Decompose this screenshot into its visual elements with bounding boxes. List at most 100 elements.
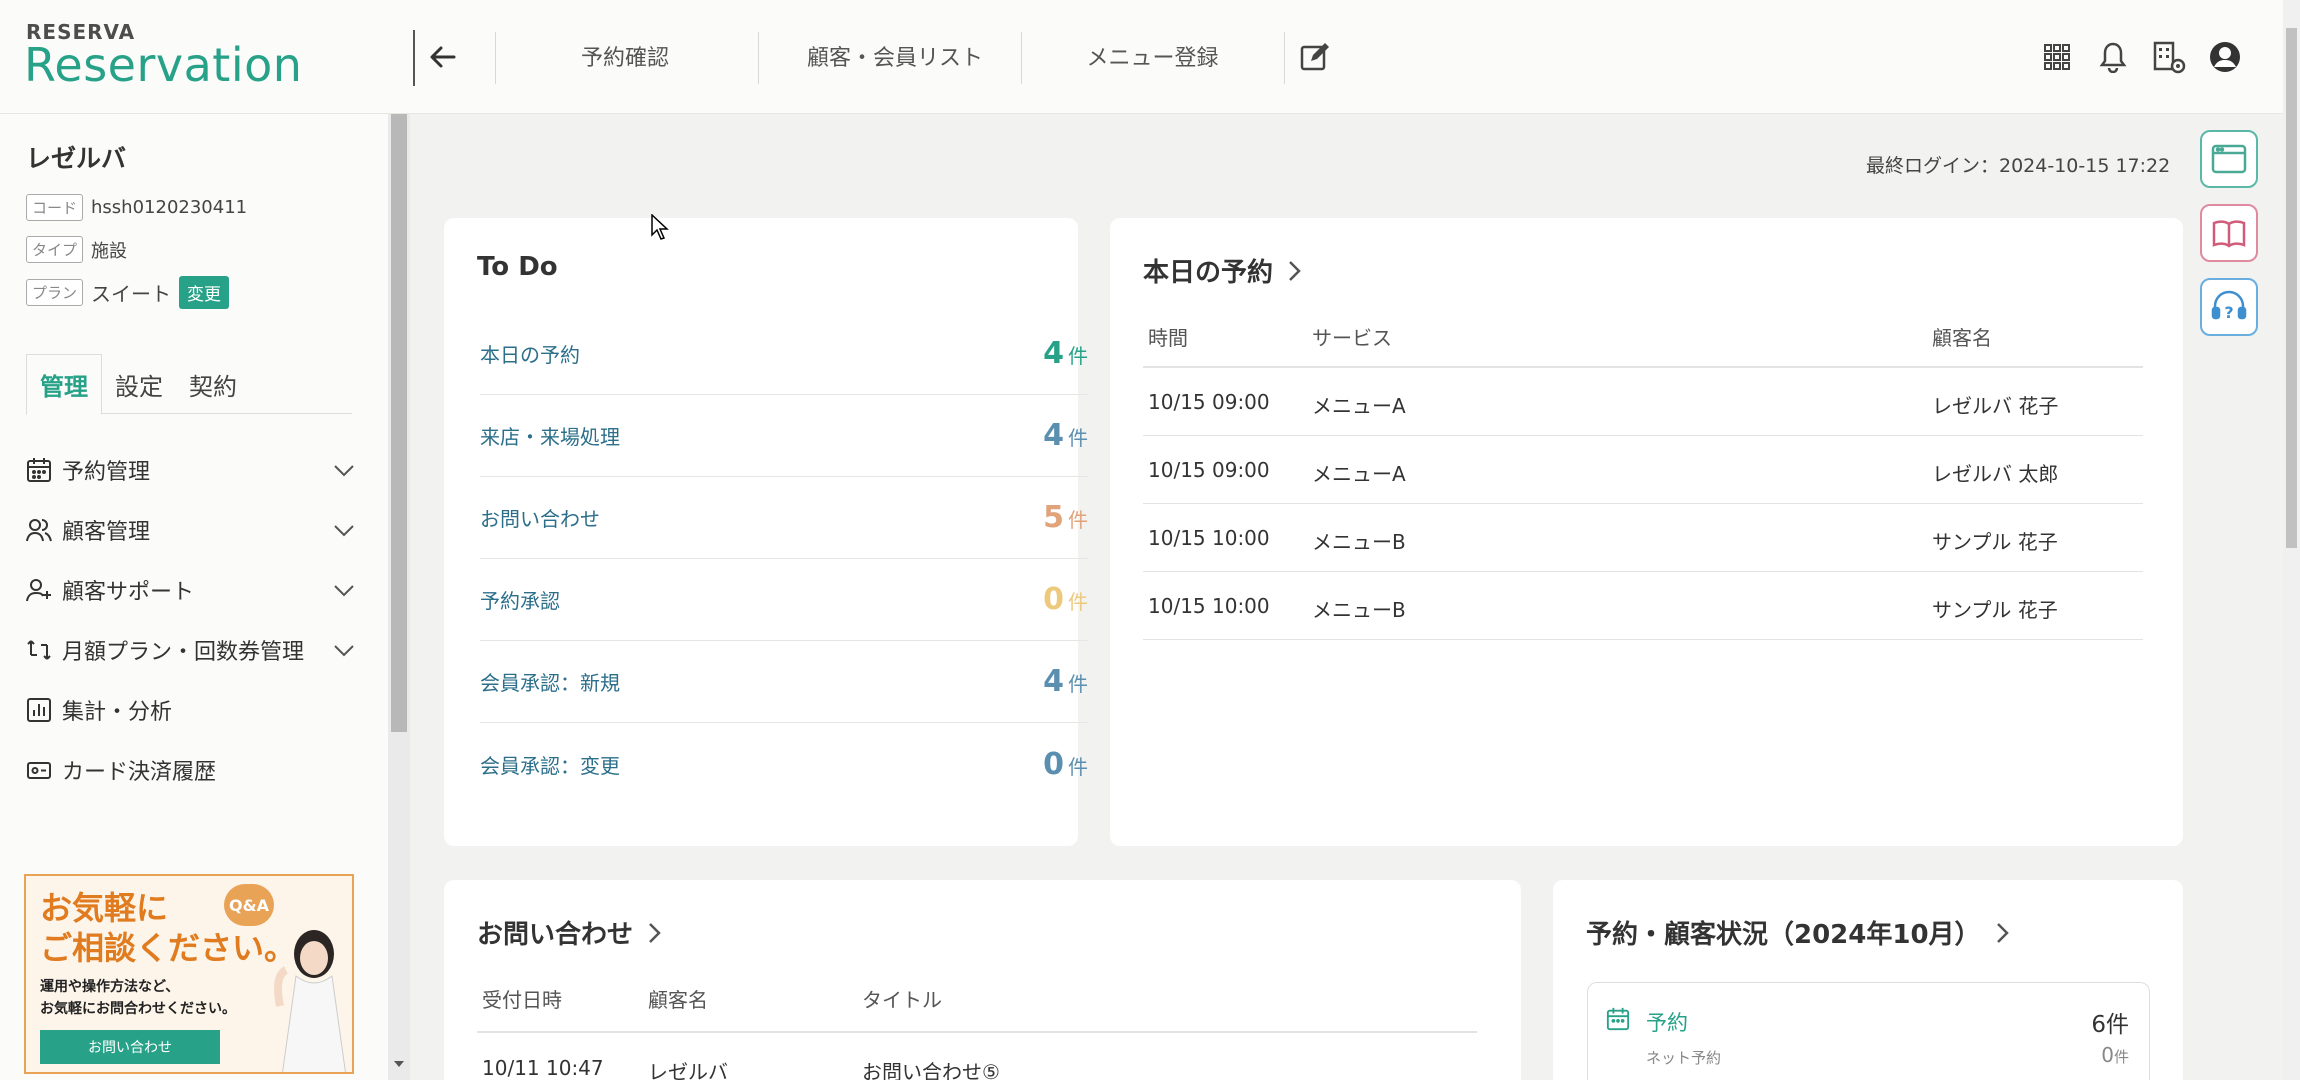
todo-item-count: 5件 <box>1043 500 1088 535</box>
summary-count: 6件 <box>2091 1012 2129 1038</box>
todo-item-unit: 件 <box>1068 426 1088 450</box>
plan-change-button[interactable]: 変更 <box>179 276 230 309</box>
todo-item[interactable]: 会員承認：新規 4 件 <box>480 641 1088 723</box>
reservation-summary-box[interactable]: 予約 6件 ネット予約 0件 <box>1587 982 2150 1080</box>
header-divider <box>495 32 496 84</box>
todo-item[interactable]: 会員承認：変更 0 件 <box>480 723 1088 805</box>
bell-icon[interactable] <box>2094 38 2132 76</box>
tab-contract[interactable]: 契約 <box>176 354 250 414</box>
header-divider <box>758 32 759 84</box>
table-row[interactable]: 10/15 09:00 メニューA レゼルバ 太郎 <box>1143 436 2143 504</box>
today-reservations-title-text: 本日の予約 <box>1143 258 1274 288</box>
status-title[interactable]: 予約・顧客状況（2024年10月） <box>1586 914 2011 951</box>
summary-sub-count-unit: 件 <box>2113 1048 2129 1066</box>
table-row[interactable]: 10/15 09:00 メニューA レゼルバ 花子 <box>1143 368 2143 436</box>
todo-item-count: 0件 <box>1043 582 1088 617</box>
account-icon[interactable] <box>2206 38 2244 76</box>
sidebar-item-label: 月額プラン・回数券管理 <box>62 640 305 665</box>
todo-item-count: 4件 <box>1043 664 1088 699</box>
sidebar-item-monthly-plan[interactable]: 月額プラン・回数券管理 <box>26 630 356 670</box>
table-row[interactable]: 10/11 10:47 レゼルバ お問い合わせ⑤ <box>477 1040 1477 1080</box>
chevron-right-icon <box>1289 260 1301 281</box>
sidebar-item-customer-support[interactable]: 顧客サポート <box>26 570 356 610</box>
todo-item-label: 会員承認：新規 <box>480 671 620 695</box>
todo-card: To Do 本日の予約 4 件来店・来場処理 4 件お問い合わせ 5 件予約承認 0 件会員承認… <box>444 218 1088 846</box>
todo-item[interactable]: 来店・来場処理 4 件 <box>480 395 1088 477</box>
todo-item-count-value: 4 <box>1043 418 1064 453</box>
mouse-cursor-icon <box>651 214 669 240</box>
sidebar: レゼルバ コード hssh0120230411 タイプ 施設 プラン スイート … <box>0 114 388 1080</box>
sidebar-item-customer-management[interactable]: 顧客管理 <box>26 510 356 550</box>
scroll-down-arrow-icon[interactable] <box>392 1058 406 1070</box>
edit-icon[interactable] <box>1296 38 1334 76</box>
browser-window-icon <box>2211 144 2247 174</box>
tab-manage[interactable]: 管理 <box>26 354 102 415</box>
cell-customer: レゼルバ 太郎 <box>1932 462 2059 486</box>
sidebar-scrollbar-thumb[interactable] <box>391 114 407 732</box>
banner-contact-button[interactable]: お問い合わせ <box>40 1030 220 1064</box>
cell-customer: サンプル 花子 <box>1932 530 2058 554</box>
banner-text-line: お気軽にお問合わせください。 <box>40 1001 236 1017</box>
summary-label: 予約 <box>1646 1011 1688 1035</box>
today-reservations-card: 本日の予約 時間 サービス 顧客名 10/15 09:00 メニューA レゼルバ 花… <box>1110 218 2183 846</box>
todo-item-count-value: 4 <box>1043 336 1064 371</box>
todo-item-unit: 件 <box>1068 672 1088 696</box>
building-settings-icon[interactable] <box>2150 38 2188 76</box>
header-divider <box>1021 32 1022 84</box>
top-header: RESERVA Reservation 予約確認 顧客・会員リスト メニュー登録 <box>0 0 2283 114</box>
todo-item[interactable]: お問い合わせ 5 件 <box>480 477 1088 559</box>
nav-customer-list[interactable]: 顧客・会員リスト <box>770 40 1020 72</box>
inquiries-title[interactable]: お問い合わせ <box>477 914 663 951</box>
headset-help-icon: ? <box>2211 290 2247 322</box>
nav-menu-register[interactable]: メニュー登録 <box>1040 40 1265 72</box>
plan-row: プラン スイート 変更 <box>26 276 230 309</box>
logo-text[interactable]: Reservation <box>24 38 302 92</box>
today-reservations-title[interactable]: 本日の予約 <box>1143 252 1303 289</box>
calendar-icon <box>27 458 51 482</box>
chevron-right-icon <box>1996 922 2009 943</box>
todo-item-label: お問い合わせ <box>480 507 600 531</box>
header-divider <box>1284 32 1285 84</box>
apps-grid-icon[interactable] <box>2038 38 2076 76</box>
browser-window-button[interactable] <box>2200 130 2258 188</box>
page-scrollbar-thumb[interactable] <box>2286 28 2297 548</box>
cell-time: 10/15 10:00 <box>1148 594 1270 618</box>
code-value: hssh0120230411 <box>91 197 248 218</box>
sidebar-item-reservation-management[interactable]: 予約管理 <box>26 450 356 490</box>
type-tag: タイプ <box>26 236 84 263</box>
sidebar-item-card-history[interactable]: カード決済履歴 <box>26 750 356 790</box>
chevron-down-icon <box>334 525 354 537</box>
back-button[interactable] <box>420 34 466 80</box>
cell-time: 10/15 09:00 <box>1148 458 1270 482</box>
nav-reservation-check[interactable]: 予約確認 <box>540 40 710 72</box>
sidebar-item-label: 顧客管理 <box>62 520 151 545</box>
cell-title: お問い合わせ⑤ <box>862 1060 1000 1080</box>
todo-item-unit: 件 <box>1068 590 1088 614</box>
svg-text:?: ? <box>2224 303 2233 322</box>
todo-item[interactable]: 予約承認 0 件 <box>480 559 1088 641</box>
manual-book-button[interactable] <box>2200 204 2258 262</box>
todo-item-label: 本日の予約 <box>480 343 580 367</box>
header-divider <box>413 30 415 86</box>
cell-service: メニューB <box>1312 530 1406 554</box>
table-row[interactable]: 10/15 10:00 メニューB サンプル 花子 <box>1143 504 2143 572</box>
column-header-customer: 顧客名 <box>648 988 708 1012</box>
chart-icon <box>27 698 51 722</box>
code-row: コード hssh0120230411 <box>26 194 247 221</box>
todo-item-unit: 件 <box>1068 508 1088 532</box>
tab-settings[interactable]: 設定 <box>102 354 176 414</box>
todo-item[interactable]: 本日の予約 4 件 <box>480 313 1088 395</box>
todo-item-count-value: 4 <box>1043 664 1064 699</box>
help-support-button[interactable]: ? <box>2200 278 2258 336</box>
summary-sub-label: ネット予約 <box>1646 1049 1722 1067</box>
table-row[interactable]: 10/15 10:00 メニューB サンプル 花子 <box>1143 572 2143 640</box>
todo-item-count-value: 0 <box>1043 582 1064 617</box>
column-header-time: 時間 <box>1148 326 1188 350</box>
plan-tag: プラン <box>26 279 84 306</box>
sidebar-item-label: 集計・分析 <box>62 700 173 725</box>
support-banner[interactable]: お気軽に ご相談ください。 Q&A 運用や操作方法など、 お気軽にお問合わせくだ… <box>24 874 354 1074</box>
operator-illustration-icon <box>274 930 346 1072</box>
calendar-icon <box>1606 1007 1630 1031</box>
sidebar-item-analytics[interactable]: 集計・分析 <box>26 690 356 730</box>
cell-customer: サンプル 花子 <box>1932 598 2058 622</box>
